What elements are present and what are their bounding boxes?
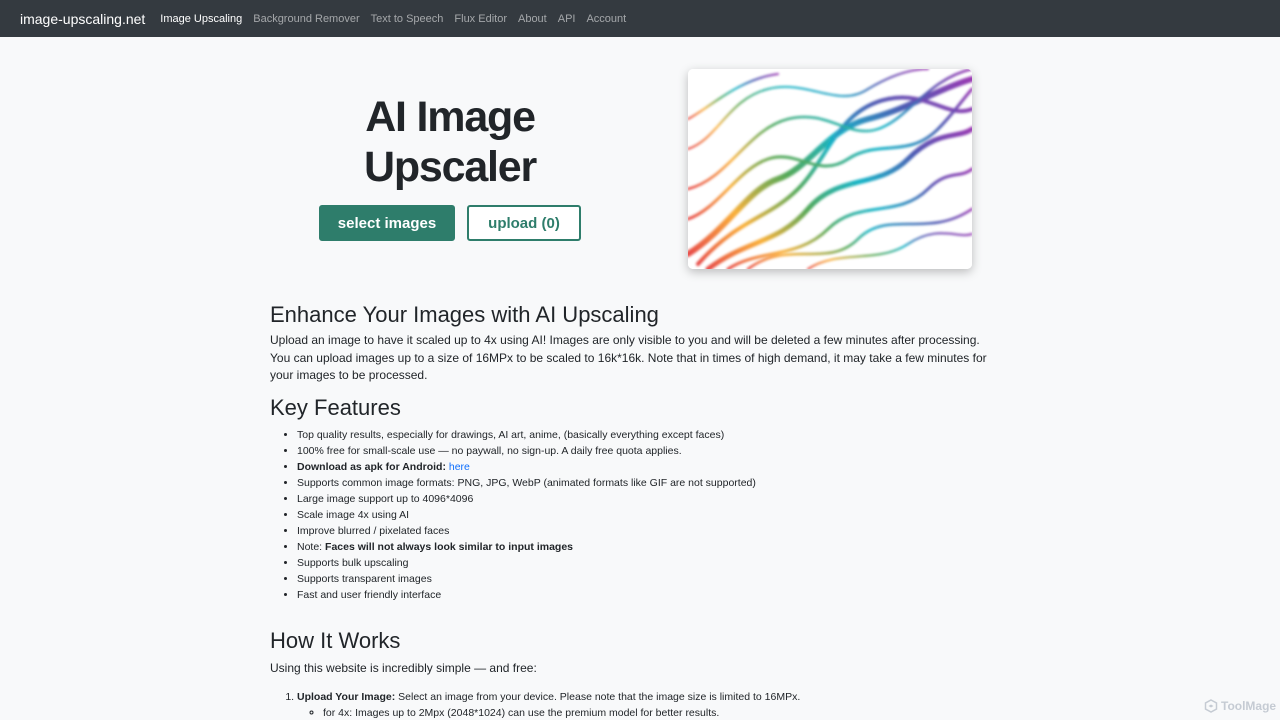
nav-link-image-upscaling[interactable]: Image Upscaling xyxy=(160,13,242,25)
step-title: Upload Your Image: xyxy=(297,691,396,703)
page-title: AI Image Upscaler xyxy=(300,92,600,192)
android-apk-label: Download as apk for Android: xyxy=(297,461,446,474)
note-text: Faces will not always look similar to in… xyxy=(325,541,574,554)
step-text: Select an image from your device. Please… xyxy=(398,691,801,703)
key-features-heading: Key Features xyxy=(270,395,401,421)
feature-item: 100% free for small-scale use — no paywa… xyxy=(297,443,1000,459)
page-title-line1: AI Image xyxy=(365,93,536,141)
step-item: Upload Your Image: Select an image from … xyxy=(297,689,1000,720)
key-features-list: Top quality results, especially for draw… xyxy=(270,427,1000,603)
nav-link-account[interactable]: Account xyxy=(586,13,626,25)
feature-item-note: Note: Faces will not always look similar… xyxy=(297,539,1000,555)
android-apk-link[interactable]: here xyxy=(449,461,470,473)
feature-item: Fast and user friendly interface xyxy=(297,587,1000,603)
nav-link-text-to-speech[interactable]: Text to Speech xyxy=(371,13,444,25)
nav-link-background-remover[interactable]: Background Remover xyxy=(253,13,359,25)
toolmage-logo-icon xyxy=(1204,699,1218,713)
feature-item: Scale image 4x using AI xyxy=(297,507,1000,523)
nav-link-flux-editor[interactable]: Flux Editor xyxy=(454,13,507,25)
select-images-button[interactable]: select images xyxy=(319,205,455,241)
step-subitem: for 4x: Images up to 2Mpx (2048*1024) ca… xyxy=(323,705,1000,720)
nav-link-api[interactable]: API xyxy=(558,13,576,25)
feature-item: Improve blurred / pixelated faces xyxy=(297,523,1000,539)
toolmage-watermark: ToolMage xyxy=(1204,699,1276,713)
page-title-line2: Upscaler xyxy=(363,143,537,191)
feature-item: Supports bulk upscaling xyxy=(297,555,1000,571)
nav-links: Image Upscaling Background Remover Text … xyxy=(160,13,637,25)
rainbow-smoke-illustration xyxy=(688,69,972,269)
brand-link[interactable]: image-upscaling.net xyxy=(20,11,145,27)
feature-item: Large image support up to 4096*4096 xyxy=(297,491,1000,507)
upload-button[interactable]: upload (0) xyxy=(467,205,581,241)
enhance-heading: Enhance Your Images with AI Upscaling xyxy=(270,302,659,327)
main-content: Enhance Your Images with AI Upscaling Up… xyxy=(270,302,1000,603)
feature-item: Top quality results, especially for draw… xyxy=(297,427,1000,443)
feature-item: Supports common image formats: PNG, JPG,… xyxy=(297,475,1000,491)
how-it-works-steps: Upload Your Image: Select an image from … xyxy=(270,689,1000,720)
how-it-works-intro: Using this website is incredibly simple … xyxy=(270,661,537,675)
nav-link-about[interactable]: About xyxy=(518,13,547,25)
step-sublist: for 4x: Images up to 2Mpx (2048*1024) ca… xyxy=(297,705,1000,720)
top-navbar: image-upscaling.net Image Upscaling Back… xyxy=(0,0,1280,37)
watermark-text: ToolMage xyxy=(1221,699,1277,713)
enhance-description: Upload an image to have it scaled up to … xyxy=(270,333,987,383)
feature-item: Supports transparent images xyxy=(297,571,1000,587)
how-it-works-heading: How It Works xyxy=(270,628,401,653)
note-prefix: Note: xyxy=(297,541,323,554)
feature-item-android: Download as apk for Android: here xyxy=(297,459,1000,475)
hero-smoke-image xyxy=(688,69,972,269)
